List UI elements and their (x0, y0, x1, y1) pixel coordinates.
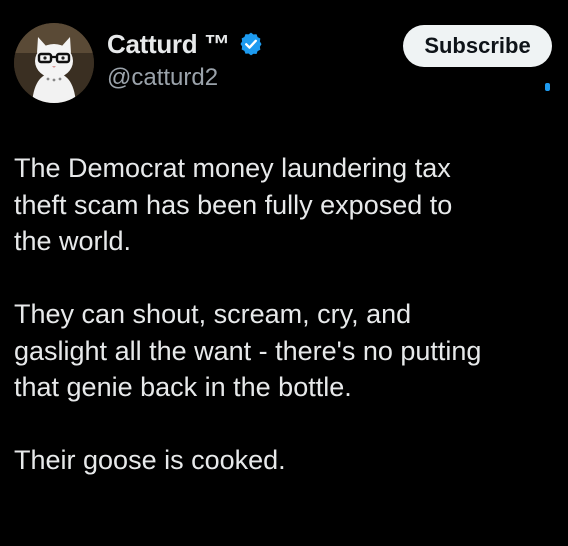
author-handle[interactable]: @catturd2 (107, 64, 218, 92)
tweet-card: Catturd ™ @catturd2 Subscribe The Democr… (0, 0, 568, 546)
post-paragraph-1: The Democrat money laundering tax theft … (14, 153, 453, 256)
post-text: The Democrat money laundering tax theft … (14, 150, 554, 479)
avatar[interactable] (14, 23, 94, 103)
post-paragraph-3: Their goose is cooked. (14, 445, 286, 475)
author-display-name[interactable]: Catturd ™ (107, 29, 230, 60)
unread-indicator-icon (545, 83, 550, 91)
verified-badge-icon (238, 31, 264, 57)
subscribe-button[interactable]: Subscribe (403, 25, 552, 67)
post-paragraph-2: They can shout, scream, cry, and gasligh… (14, 299, 482, 402)
author-name-row: Catturd ™ (107, 27, 264, 61)
cat-with-glasses-avatar-icon (14, 23, 94, 103)
